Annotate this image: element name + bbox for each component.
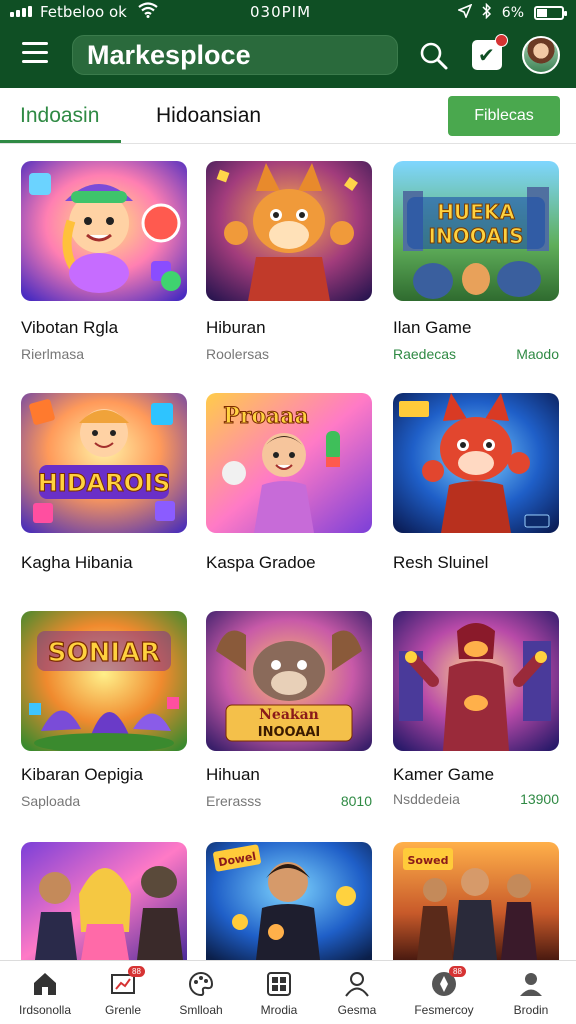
checkmark-icon: ✔: [478, 43, 495, 67]
nav-label: Smlloah: [179, 1003, 223, 1017]
nav-item-home[interactable]: Irdsonolla: [4, 961, 86, 1024]
card-title: Ilan Game: [393, 318, 472, 337]
card-subtitle: Raedecas: [393, 346, 457, 362]
game-thumbnail: Dowel: [206, 842, 372, 960]
thumb-text: SONIAR: [48, 638, 160, 668]
card-subtitle: Ererasss: [206, 793, 262, 809]
status-time: 030PIM: [250, 3, 312, 21]
top-app-bar: Fetbeloo ok 030PIM 6% Markesploce ✔: [0, 0, 576, 88]
card-title: Hihuan: [206, 765, 260, 784]
game-card-6[interactable]: Resh Sluinel: [393, 393, 561, 572]
nav-label: Brodin: [513, 1003, 549, 1017]
battery-percent: 6%: [501, 5, 524, 21]
card-title: Kaspa Gradoe: [206, 553, 316, 572]
card-title: Vibotan Rgla: [21, 318, 119, 337]
game-card-8[interactable]: Neakan INOOAAI Hihuan Ererasss 8010: [206, 611, 374, 809]
game-thumbnail: [206, 161, 372, 301]
card-title: Kamer Game: [393, 765, 495, 784]
card-subtitle: Rierlmasa: [21, 346, 85, 362]
palette-icon: [189, 971, 214, 997]
game-thumbnail: [393, 611, 559, 751]
tasks-check-icon[interactable]: ✔: [472, 34, 508, 70]
tab-indoasin[interactable]: Indoasin: [20, 104, 99, 128]
bottom-navigation: Irdsonolla 88 Grenle Smlloah Mrodia Gesm…: [0, 960, 576, 1024]
card-price: Maodo: [516, 346, 559, 362]
game-card-1[interactable]: Vibotan Rgla Rierlmasa: [21, 161, 189, 362]
game-card-2[interactable]: Hiburan Roolersas: [206, 161, 374, 362]
card-title: Resh Sluinel: [393, 553, 489, 572]
game-card-5[interactable]: Proaaa Kaspa Gradoe: [206, 393, 374, 572]
tab-hidoansian[interactable]: Hidoansian: [156, 104, 261, 128]
nav-item-gesma[interactable]: Gesma: [316, 961, 398, 1024]
game-thumbnail: HIDAROIS: [21, 393, 187, 533]
game-card-7[interactable]: SONIAR Kibaran Oepigia Saploada: [21, 611, 189, 809]
active-tab-indicator: [0, 140, 121, 143]
nav-item-brodin[interactable]: Brodin: [490, 961, 572, 1024]
status-right: 6%: [456, 2, 567, 23]
status-bar: Fetbeloo ok 030PIM 6%: [0, 0, 576, 24]
card-title: Hiburan: [206, 318, 266, 337]
game-thumbnail: [21, 161, 187, 301]
home-icon: [34, 973, 56, 995]
game-thumbnail: Sowed: [393, 842, 559, 960]
person-icon: [345, 972, 369, 997]
avatar[interactable]: [522, 36, 560, 74]
bluetooth-icon: [482, 2, 492, 23]
nav-label: Gesma: [337, 1003, 377, 1017]
game-card-4[interactable]: HIDAROIS Kagha Hibania: [21, 393, 189, 572]
nav-item-mrodia[interactable]: Mrodia: [238, 961, 320, 1024]
tab-bar: Indoasin Hidoansian Fiblecas: [0, 88, 576, 144]
game-card-3[interactable]: HUEKA INOOAIS Ilan Game Raedecas Maodo: [393, 161, 561, 362]
game-thumbnail: [21, 842, 187, 960]
wifi-icon: [138, 2, 158, 23]
card-title: Kagha Hibania: [21, 553, 133, 572]
game-thumbnail: SONIAR: [21, 611, 187, 751]
nav-item-smlloah[interactable]: Smlloah: [160, 961, 242, 1024]
thumb-text: HIDAROIS: [38, 469, 171, 497]
battery-icon: [534, 6, 567, 20]
signal-icon: [10, 6, 32, 17]
filter-button[interactable]: Fiblecas: [448, 96, 560, 136]
card-subtitle: Nsddedeia: [393, 791, 460, 807]
notification-dot: [495, 34, 508, 47]
nav-item-grenle[interactable]: 88 Grenle: [82, 961, 164, 1024]
thumb-text: Sowed: [408, 854, 449, 867]
grid-icon: [267, 972, 291, 996]
game-card-10[interactable]: [21, 842, 189, 960]
card-price: 8010: [340, 793, 372, 809]
game-thumbnail: Proaaa: [206, 393, 372, 533]
nav-item-fesmercoy[interactable]: 88 Fesmercoy: [403, 961, 485, 1024]
card-subtitle: Roolersas: [206, 346, 270, 362]
game-card-12[interactable]: Sowed: [393, 842, 561, 960]
location-icon: [456, 3, 473, 22]
nav-label: Mrodia: [260, 1003, 298, 1017]
marketplace-title-bar[interactable]: Markesploce: [72, 35, 398, 75]
card-price: 13900: [520, 791, 559, 807]
thumb-text: Neakan: [259, 707, 319, 723]
menu-icon[interactable]: [22, 42, 48, 64]
game-card-11[interactable]: Dowel: [206, 842, 374, 960]
game-card-9[interactable]: Kamer Game Nsddedeia 13900: [393, 611, 561, 807]
thumb-text: INOOAAI: [258, 725, 320, 740]
thumb-text: Proaaa: [223, 403, 309, 429]
nav-label: Fesmercoy: [414, 1003, 474, 1017]
nav-label: Irdsonolla: [18, 1003, 72, 1017]
app-root: Fetbeloo ok 030PIM 6% Markesploce ✔ Indo…: [0, 0, 576, 1024]
profile-icon: [520, 973, 542, 996]
search-icon[interactable]: [418, 40, 450, 72]
game-thumbnail: HUEKA INOOAIS: [393, 161, 559, 301]
thumb-text: INOOAIS: [429, 224, 524, 248]
nav-badge: 88: [128, 966, 145, 977]
carrier-label: Fetbeloo ok: [40, 3, 127, 21]
nav-badge: 88: [449, 966, 466, 977]
card-title: Kibaran Oepigia: [21, 765, 143, 784]
game-thumbnail: Neakan INOOAAI: [206, 611, 372, 751]
app-title: Markesploce: [87, 39, 251, 70]
thumb-text: HUEKA: [437, 200, 515, 224]
nav-label: Grenle: [104, 1003, 142, 1017]
card-subtitle: Saploada: [21, 793, 81, 809]
game-thumbnail: [393, 393, 559, 533]
